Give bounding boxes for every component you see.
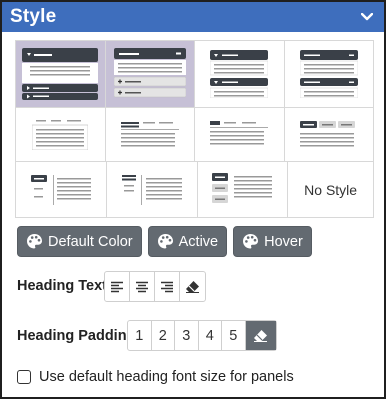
hover-color-button[interactable]: Hover xyxy=(233,226,312,257)
palette-icon xyxy=(26,233,43,250)
default-font-size-checkbox[interactable] xyxy=(17,370,31,384)
color-button-row: Default Color Active Hover xyxy=(17,226,312,257)
heading-text-align-group xyxy=(104,271,206,302)
active-color-label: Active xyxy=(178,233,219,250)
align-right-icon xyxy=(161,281,173,292)
align-right-button[interactable] xyxy=(155,272,180,301)
panel-header[interactable]: Style xyxy=(2,2,384,32)
style-preset-5[interactable] xyxy=(16,108,106,162)
default-color-label: Default Color xyxy=(48,233,133,250)
eraser-icon xyxy=(186,281,199,293)
preset-5-thumbnail xyxy=(32,119,89,150)
style-preset-10[interactable] xyxy=(106,162,198,218)
preset-4-thumbnail xyxy=(299,50,358,98)
heading-text-label: Heading Text xyxy=(17,278,107,294)
no-style-label: No Style xyxy=(304,181,358,198)
panel-title: Style xyxy=(10,6,57,27)
padding-option-2[interactable]: 2 xyxy=(152,321,175,350)
preset-2-thumbnail xyxy=(113,48,186,98)
palette-icon xyxy=(242,233,259,250)
default-color-button[interactable]: Default Color xyxy=(17,226,142,257)
padding-option-1[interactable]: 1 xyxy=(128,321,152,350)
style-preset-3[interactable] xyxy=(195,41,285,108)
style-preset-8[interactable] xyxy=(284,108,374,162)
default-font-size-option: Use default heading font size for panels xyxy=(17,369,294,385)
active-color-button[interactable]: Active xyxy=(147,226,228,257)
default-font-size-label: Use default heading font size for panels xyxy=(39,369,294,385)
padding-option-3[interactable]: 3 xyxy=(175,321,199,350)
style-preset-11[interactable] xyxy=(197,162,289,218)
style-preset-9[interactable] xyxy=(16,162,107,218)
preset-8-thumbnail xyxy=(299,120,355,146)
preset-7-thumbnail xyxy=(210,120,269,144)
style-preset-2[interactable] xyxy=(105,41,195,108)
align-left-button[interactable] xyxy=(105,272,130,301)
style-preset-1[interactable] xyxy=(16,41,106,108)
style-panel: Style No Style Default Color Active Hove… xyxy=(0,0,386,399)
style-preset-grid: No Style xyxy=(15,40,375,218)
align-center-button[interactable] xyxy=(130,272,155,301)
preset-1-thumbnail xyxy=(22,48,99,100)
clear-align-button[interactable] xyxy=(180,272,205,301)
style-preset-7[interactable] xyxy=(195,108,285,162)
preset-3-thumbnail xyxy=(210,50,269,98)
clear-padding-button[interactable] xyxy=(245,321,276,350)
padding-option-5[interactable]: 5 xyxy=(222,321,246,350)
align-left-icon xyxy=(111,281,123,292)
align-center-icon xyxy=(136,281,148,292)
preset-6-thumbnail xyxy=(120,121,179,146)
style-preset-6[interactable] xyxy=(105,108,195,162)
preset-11-thumbnail xyxy=(212,172,273,203)
hover-color-label: Hover xyxy=(264,233,303,250)
heading-padding-group: 1 2 3 4 5 xyxy=(127,320,277,351)
chevron-down-icon[interactable] xyxy=(360,10,374,24)
preset-10-thumbnail xyxy=(121,174,182,205)
heading-padding-label: Heading Padding xyxy=(17,328,136,344)
padding-option-4[interactable]: 4 xyxy=(199,321,222,350)
style-preset-no-style[interactable]: No Style xyxy=(288,162,375,218)
palette-icon xyxy=(157,233,174,250)
preset-9-thumbnail xyxy=(30,174,91,205)
eraser-icon xyxy=(254,330,267,342)
style-preset-4[interactable] xyxy=(284,41,374,108)
